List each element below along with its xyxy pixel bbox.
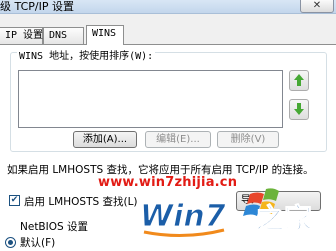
move-up-button[interactable] <box>289 70 309 91</box>
svg-text:之家: 之家 <box>256 202 312 235</box>
edit-button[interactable]: 编辑(E)... <box>145 131 211 148</box>
delete-button[interactable]: 删除(V) <box>217 131 279 148</box>
lmhosts-checkbox-label: 启用 LMHOSTS 查找(L) <box>24 196 138 208</box>
netbios-default-radio[interactable] <box>5 237 16 248</box>
wins-address-list[interactable] <box>18 70 283 128</box>
svg-text:Win7: Win7 <box>140 199 226 234</box>
title-bar: 级 TCP/IP 设置 ✕ <box>0 0 336 14</box>
window-title: 级 TCP/IP 设置 <box>0 0 74 13</box>
close-button[interactable]: ✕ <box>300 0 334 13</box>
tab-wins[interactable]: WINS <box>86 25 124 45</box>
watermark-logo: Win7 之家 <box>140 188 313 238</box>
add-button[interactable]: 添加(A)... <box>73 131 137 148</box>
arrow-down-icon <box>294 103 304 115</box>
lmhosts-checkbox[interactable]: ✔ <box>9 195 20 206</box>
move-down-button[interactable] <box>289 99 309 120</box>
tab-dns[interactable]: DNS <box>43 27 84 44</box>
tab-ip-settings[interactable]: IP 设置 <box>0 27 43 44</box>
wins-address-group-label: WINS 地址，按使用排序(W): <box>17 51 156 63</box>
netbios-section-label: NetBIOS 设置 <box>20 221 88 233</box>
arrow-up-icon <box>294 74 304 86</box>
netbios-default-label: 默认(F) <box>20 237 56 249</box>
